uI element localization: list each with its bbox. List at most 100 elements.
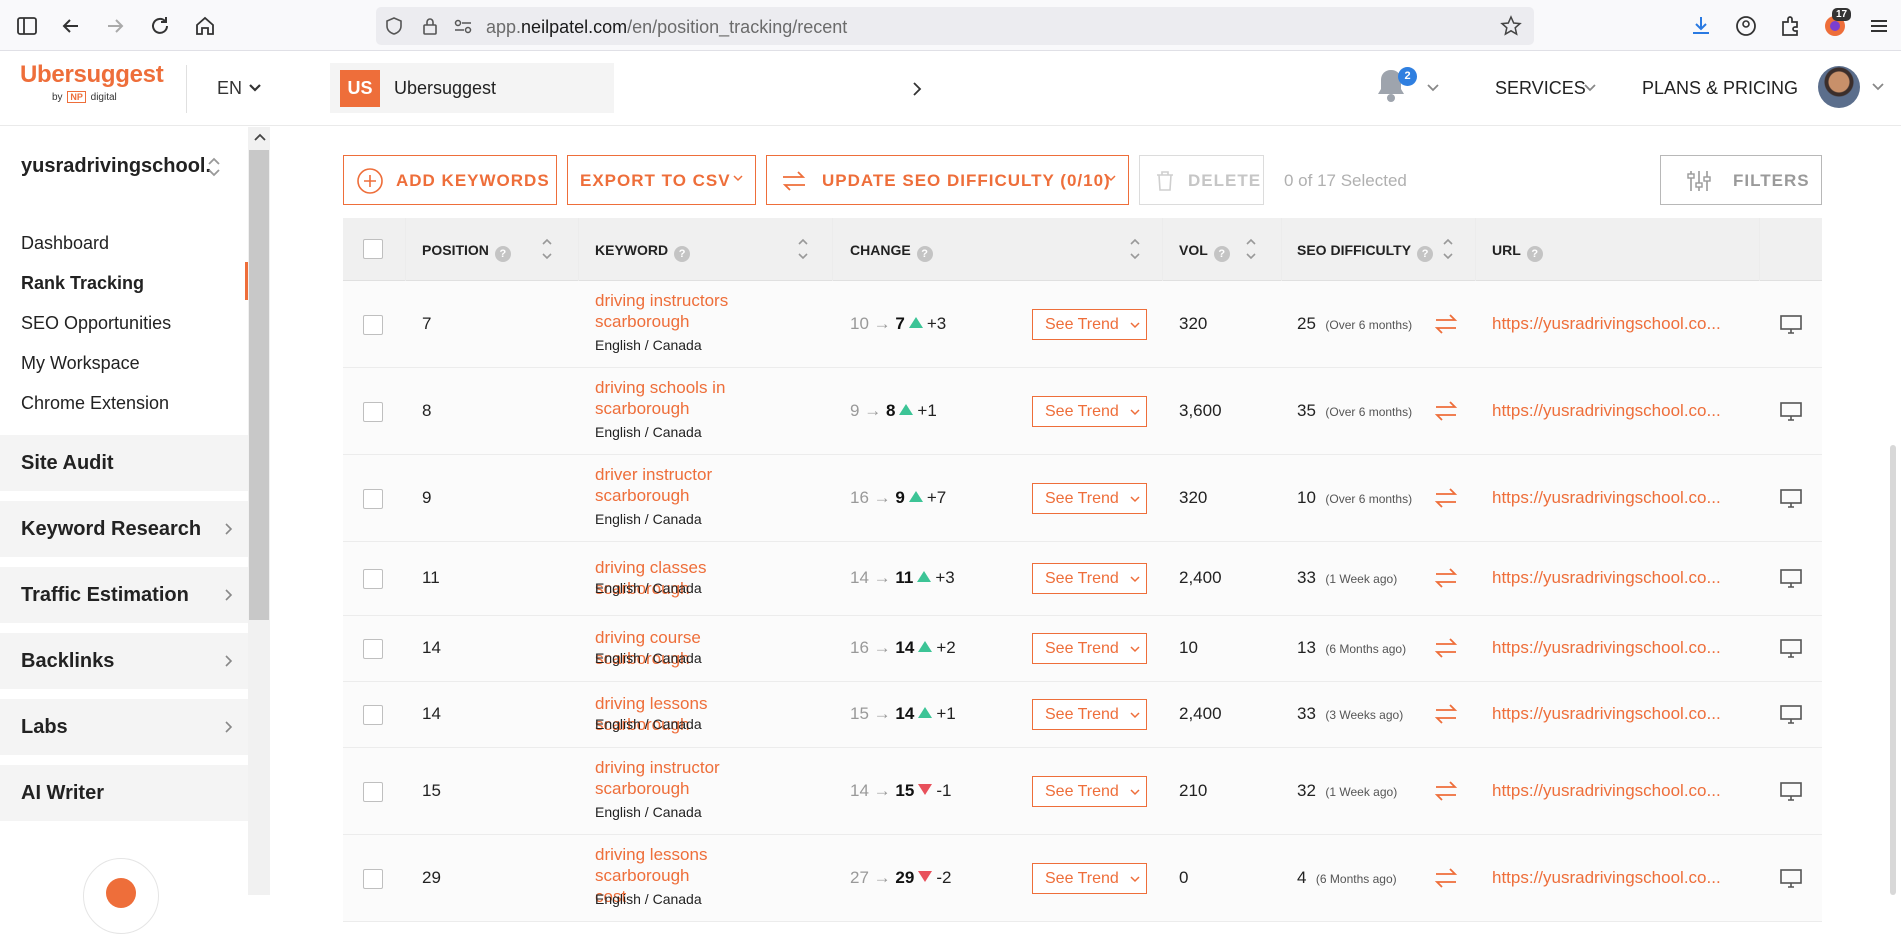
url-link[interactable]: https://yusradrivingschool.co...: [1492, 314, 1721, 334]
row-checkbox[interactable]: [363, 314, 383, 335]
help-icon[interactable]: ?: [1417, 246, 1434, 262]
url-link[interactable]: https://yusradrivingschool.co...: [1492, 488, 1721, 508]
lock-icon[interactable]: [420, 16, 440, 36]
account-icon[interactable]: [1733, 13, 1759, 39]
sidebar-item-chrome-extension[interactable]: Chrome Extension: [21, 393, 169, 414]
sort-icon[interactable]: [540, 234, 554, 264]
keyword-link[interactable]: driving instructors scarborough: [595, 290, 795, 332]
help-icon[interactable]: ?: [916, 246, 933, 262]
sort-toggle-icon[interactable]: [206, 153, 222, 181]
refresh-arrows-icon[interactable]: [1432, 635, 1460, 661]
header-vol[interactable]: VOL?: [1179, 242, 1230, 262]
refresh-arrows-icon[interactable]: [1432, 701, 1460, 727]
select-all-checkbox[interactable]: [363, 239, 383, 259]
url-text[interactable]: app.neilpatel.com/en/position_tracking/r…: [486, 17, 847, 38]
back-icon[interactable]: [58, 13, 84, 39]
services-menu[interactable]: SERVICES: [1495, 78, 1586, 99]
home-icon[interactable]: [192, 13, 218, 39]
row-checkbox[interactable]: [363, 569, 383, 589]
keyword-link[interactable]: driving instructor scarborough: [595, 757, 795, 799]
sidebar-section-backlinks[interactable]: Backlinks: [0, 633, 248, 689]
header-keyword[interactable]: KEYWORD?: [595, 242, 691, 262]
url-link[interactable]: https://yusradrivingschool.co...: [1492, 868, 1721, 888]
forward-icon[interactable]: [102, 13, 128, 39]
tracking-shield-icon[interactable]: [384, 16, 404, 36]
menu-icon[interactable]: [1866, 13, 1892, 39]
scroll-up-icon[interactable]: [253, 132, 267, 142]
sidebar-section-ai-writer[interactable]: AI Writer: [0, 765, 248, 821]
see-trend-button[interactable]: See Trend: [1032, 395, 1147, 427]
help-icon[interactable]: ?: [494, 246, 511, 262]
see-trend-button[interactable]: See Trend: [1032, 633, 1147, 664]
sidebar-item-my-workspace[interactable]: My Workspace: [21, 353, 140, 374]
downloads-icon[interactable]: [1688, 13, 1714, 39]
see-trend-button[interactable]: See Trend: [1032, 775, 1147, 807]
sort-icon[interactable]: [1441, 234, 1455, 264]
sidebar-section-site-audit[interactable]: Site Audit: [0, 435, 248, 491]
header-seo-difficulty[interactable]: SEO DIFFICULTY?: [1297, 242, 1434, 262]
sort-icon[interactable]: [1244, 234, 1258, 264]
row-checkbox[interactable]: [363, 639, 383, 659]
row-checkbox[interactable]: [363, 868, 383, 889]
keyword-link[interactable]: driving schools in scarborough: [595, 377, 795, 419]
url-link[interactable]: https://yusradrivingschool.co...: [1492, 568, 1721, 588]
keyword-link[interactable]: driver instructor scarborough: [595, 464, 795, 506]
row-checkbox[interactable]: [363, 781, 383, 802]
delete-button[interactable]: DELETE: [1139, 155, 1264, 205]
chevron-down-icon[interactable]: [1425, 81, 1441, 95]
refresh-arrows-icon[interactable]: [1432, 565, 1460, 591]
export-csv-button[interactable]: EXPORT TO CSV: [567, 155, 756, 205]
url-link[interactable]: https://yusradrivingschool.co...: [1492, 781, 1721, 801]
address-bar[interactable]: app.neilpatel.com/en/position_tracking/r…: [376, 7, 1534, 45]
sidebar-item-dashboard[interactable]: Dashboard: [21, 233, 109, 254]
help-icon[interactable]: ?: [1526, 246, 1543, 262]
domain-selector[interactable]: yusradrivingschool.: [21, 155, 211, 178]
refresh-arrows-icon[interactable]: [1432, 778, 1460, 804]
avatar[interactable]: [1818, 66, 1860, 108]
url-link[interactable]: https://yusradrivingschool.co...: [1492, 401, 1721, 421]
ubersuggest-logo[interactable]: Ubersuggest by NP digital: [20, 61, 164, 103]
page-scrollbar-thumb[interactable]: [1890, 445, 1896, 895]
sidebar-scrollbar-thumb[interactable]: [249, 150, 269, 620]
sort-icon[interactable]: [796, 234, 810, 264]
sidebar-section-keyword-research[interactable]: Keyword Research: [0, 501, 248, 557]
sidebar-section-labs[interactable]: Labs: [0, 699, 248, 755]
help-icon[interactable]: ?: [674, 246, 691, 262]
see-trend-button[interactable]: See Trend: [1032, 699, 1147, 730]
see-trend-button[interactable]: See Trend: [1032, 482, 1147, 514]
bookmark-star-icon[interactable]: [1500, 15, 1522, 37]
reload-icon[interactable]: [147, 13, 173, 39]
row-checkbox[interactable]: [363, 401, 383, 422]
url-link[interactable]: https://yusradrivingschool.co...: [1492, 704, 1721, 724]
language-selector[interactable]: EN: [217, 78, 242, 99]
header-change[interactable]: CHANGE?: [850, 242, 933, 262]
sidebar-item-seo-opportunities[interactable]: SEO Opportunities: [21, 313, 171, 334]
help-icon[interactable]: ?: [1213, 246, 1230, 262]
see-trend-button[interactable]: See Trend: [1032, 308, 1147, 340]
filters-button[interactable]: FILTERS: [1660, 155, 1822, 205]
sidebar-section-traffic-estimation[interactable]: Traffic Estimation: [0, 567, 248, 623]
see-trend-button[interactable]: See Trend: [1032, 563, 1147, 594]
sort-icon[interactable]: [1128, 234, 1142, 264]
row-checkbox[interactable]: [363, 488, 383, 509]
update-seo-difficulty-button[interactable]: UPDATE SEO DIFFICULTY (0/10): [766, 155, 1129, 205]
refresh-arrows-icon[interactable]: [1432, 865, 1460, 891]
header-position[interactable]: POSITION?: [422, 242, 511, 262]
plans-pricing-link[interactable]: PLANS & PRICING: [1642, 78, 1798, 99]
header-url[interactable]: URL?: [1492, 242, 1543, 262]
url-link[interactable]: https://yusradrivingschool.co...: [1492, 638, 1721, 658]
permissions-icon[interactable]: [452, 16, 474, 36]
extensions-icon[interactable]: [1777, 13, 1803, 39]
add-keywords-button[interactable]: ADD KEYWORDS: [343, 155, 557, 205]
row-checkbox[interactable]: [363, 705, 383, 725]
chevron-down-icon[interactable]: [1870, 80, 1886, 94]
chevron-down-icon[interactable]: [246, 79, 264, 97]
refresh-arrows-icon[interactable]: [1432, 398, 1460, 424]
sidebar-item-rank-tracking[interactable]: Rank Tracking: [21, 273, 144, 294]
see-trend-button[interactable]: See Trend: [1032, 862, 1147, 894]
chevron-down-icon[interactable]: [1582, 81, 1598, 95]
project-selector[interactable]: US Ubersuggest: [330, 63, 922, 113]
sidebar-toggle-icon[interactable]: [14, 13, 40, 39]
refresh-arrows-icon[interactable]: [1432, 311, 1460, 337]
refresh-arrows-icon[interactable]: [1432, 485, 1460, 511]
